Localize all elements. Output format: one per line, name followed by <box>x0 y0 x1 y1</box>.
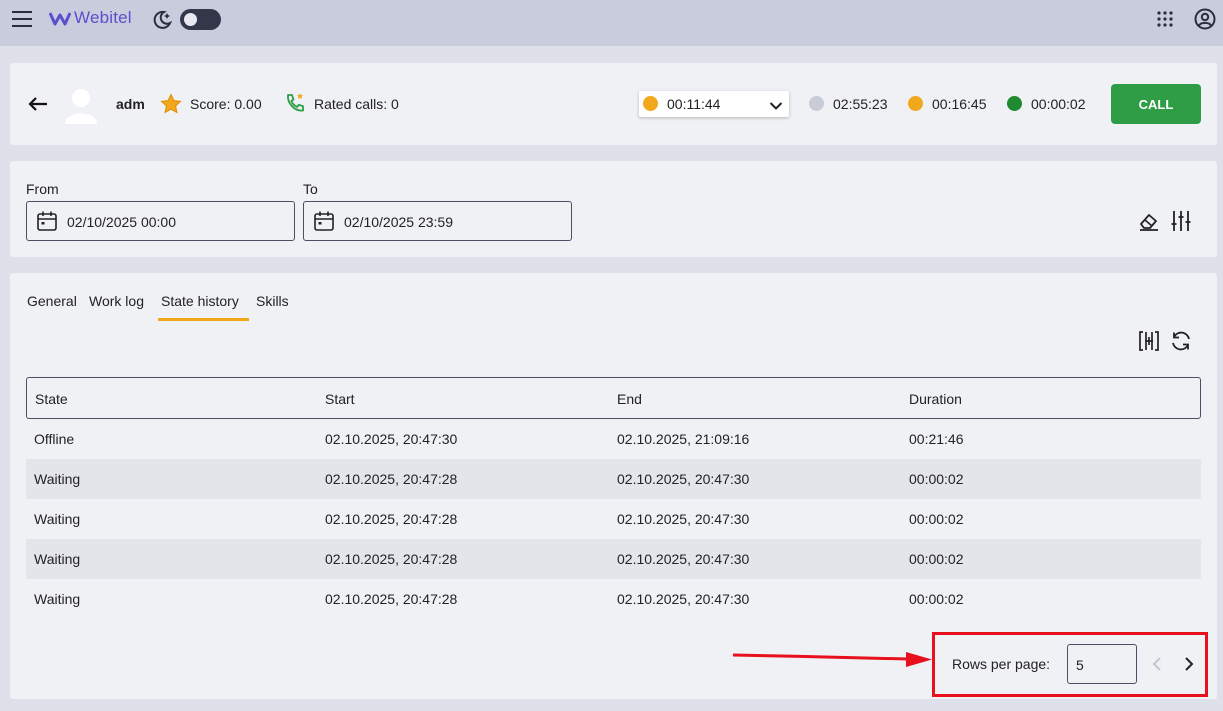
apps-grid-icon[interactable] <box>1155 9 1175 29</box>
tab-skills[interactable]: Skills <box>256 293 289 309</box>
cell-start: 02.10.2025, 20:47:28 <box>325 471 458 487</box>
top-bar: Webitel <box>0 0 1223 46</box>
cell-end: 02.10.2025, 20:47:30 <box>617 591 750 607</box>
table-row[interactable]: Waiting 02.10.2025, 20:47:28 02.10.2025,… <box>26 499 1201 539</box>
cell-duration: 00:00:02 <box>909 511 964 527</box>
cell-duration: 00:21:46 <box>909 431 964 447</box>
toggle-knob <box>184 13 197 26</box>
night-mode-icon <box>151 9 173 31</box>
cell-state: Offline <box>34 431 75 447</box>
cell-end: 02.10.2025, 21:09:16 <box>617 431 750 447</box>
chevron-left-icon[interactable] <box>1149 654 1165 674</box>
cell-end: 02.10.2025, 20:47:30 <box>617 551 750 567</box>
annotation-arrow <box>732 652 932 667</box>
from-label: From <box>26 181 59 197</box>
timer-pause: 00:16:45 <box>932 96 987 112</box>
table-header: State Start End Duration <box>26 377 1201 419</box>
webitel-logo-icon <box>49 12 71 26</box>
tab-state-history[interactable]: State history <box>161 293 239 309</box>
chevron-down-icon <box>769 98 783 110</box>
cell-state: Waiting <box>34 511 81 527</box>
cell-end: 02.10.2025, 20:47:30 <box>617 471 750 487</box>
cell-duration: 00:00:02 <box>909 591 964 607</box>
tab-work-log[interactable]: Work log <box>89 293 144 309</box>
table-row[interactable]: Waiting 02.10.2025, 20:47:28 02.10.2025,… <box>26 579 1201 619</box>
cell-duration: 00:00:02 <box>909 551 964 567</box>
rated-calls-text: Rated calls: 0 <box>314 96 399 112</box>
chevron-right-icon[interactable] <box>1181 654 1197 674</box>
cell-start: 02.10.2025, 20:47:28 <box>325 511 458 527</box>
account-icon[interactable] <box>1194 8 1216 30</box>
column-state[interactable]: State <box>35 391 68 407</box>
rows-per-page-value: 5 <box>1076 657 1084 673</box>
webitel-logo[interactable]: Webitel <box>49 8 132 28</box>
cell-start: 02.10.2025, 20:47:30 <box>325 431 458 447</box>
from-date-field[interactable]: 02/10/2025 00:00 <box>26 201 295 241</box>
theme-toggle[interactable] <box>180 9 221 30</box>
timer-dot-offline <box>809 96 824 111</box>
active-tab-indicator <box>158 318 249 321</box>
phone-star-icon <box>284 92 306 114</box>
to-label: To <box>303 181 318 197</box>
call-button[interactable]: CALL <box>1111 84 1201 124</box>
cell-duration: 00:00:02 <box>909 471 964 487</box>
column-start[interactable]: Start <box>325 391 355 407</box>
menu-icon[interactable] <box>11 8 33 30</box>
sliders-icon[interactable] <box>1170 209 1192 233</box>
timer-dot-online <box>1007 96 1022 111</box>
cell-state: Waiting <box>34 551 81 567</box>
column-duration[interactable]: Duration <box>909 391 962 407</box>
column-settings-icon[interactable] <box>1138 330 1160 352</box>
table-row[interactable]: Offline 02.10.2025, 20:47:30 02.10.2025,… <box>26 419 1201 459</box>
refresh-icon[interactable] <box>1170 330 1192 352</box>
cell-state: Waiting <box>34 471 81 487</box>
cell-start: 02.10.2025, 20:47:28 <box>325 591 458 607</box>
table-row[interactable]: Waiting 02.10.2025, 20:47:28 02.10.2025,… <box>26 539 1201 579</box>
column-end[interactable]: End <box>617 391 642 407</box>
eraser-icon[interactable] <box>1138 210 1160 232</box>
cell-start: 02.10.2025, 20:47:28 <box>325 551 458 567</box>
calendar-icon <box>36 210 58 232</box>
cell-state: Waiting <box>34 591 81 607</box>
agent-name: adm <box>116 96 145 112</box>
cell-end: 02.10.2025, 20:47:30 <box>617 511 750 527</box>
to-date-value: 02/10/2025 23:59 <box>344 214 453 230</box>
status-select-value: 00:11:44 <box>667 96 721 112</box>
rows-per-page-label: Rows per page: <box>952 656 1051 672</box>
star-icon <box>160 93 182 115</box>
back-arrow-icon[interactable] <box>27 93 49 115</box>
from-date-value: 02/10/2025 00:00 <box>67 214 176 230</box>
calendar-icon <box>313 210 335 232</box>
rows-per-page-input[interactable]: 5 <box>1067 644 1137 684</box>
avatar-icon <box>64 86 98 124</box>
logo-text: Webitel <box>74 8 132 27</box>
table-row[interactable]: Waiting 02.10.2025, 20:47:28 02.10.2025,… <box>26 459 1201 499</box>
score-text: Score: 0.00 <box>190 96 262 112</box>
status-select[interactable]: 00:11:44 <box>639 91 789 117</box>
tab-general[interactable]: General <box>27 293 77 309</box>
timer-online: 00:00:02 <box>1031 96 1086 112</box>
timer-offline: 02:55:23 <box>833 96 888 112</box>
timer-dot-pause <box>908 96 923 111</box>
to-date-field[interactable]: 02/10/2025 23:59 <box>303 201 572 241</box>
status-dot <box>643 96 658 111</box>
